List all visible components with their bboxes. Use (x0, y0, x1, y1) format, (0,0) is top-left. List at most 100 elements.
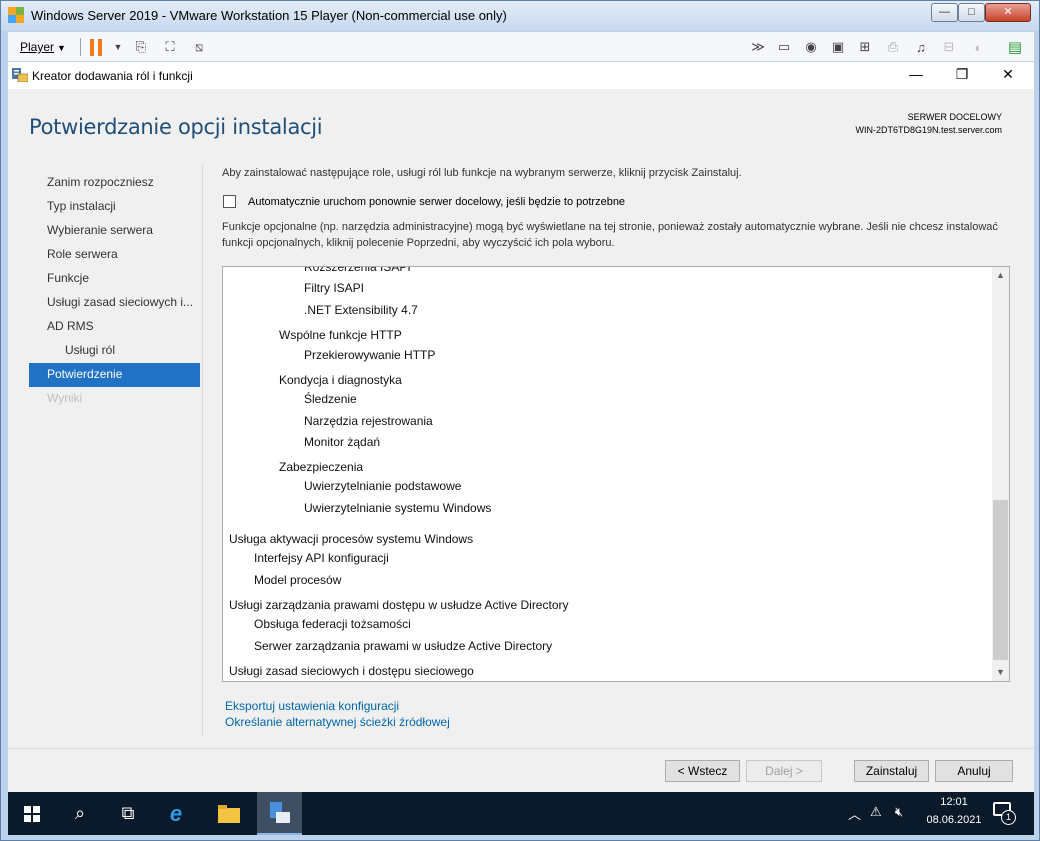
vmware-toolbar: Player ▼ ▼ ⎘ ⛶ ⧅ ≫ ▭ ◉ ▣ ⊞ ⎙ ♫ ⊟ ◖ ▤ (8, 32, 1034, 62)
printer-icon[interactable]: ⎙ (884, 38, 902, 56)
wizard-footer: < Wstecz Dalej > Zainstaluj Anuluj (8, 749, 1034, 792)
destination-server-label: SERWER DOCELOWY (907, 112, 1002, 122)
wizard-close-button[interactable]: ✕ (993, 66, 1023, 84)
fit-guest-icon[interactable]: ⛶ (161, 38, 179, 56)
list-scrollbar[interactable]: ▲ ▼ (992, 267, 1009, 681)
message-log-icon[interactable]: ▤ (1006, 38, 1024, 56)
network-icon[interactable]: ⊞ (856, 38, 874, 56)
toolbar-divider (80, 38, 81, 56)
vmware-title: Windows Server 2019 - VMware Workstation… (31, 8, 507, 23)
list-item: Kondycja i diagnostyka (279, 373, 402, 387)
list-item: .NET Extensibility 4.7 (304, 303, 418, 317)
sound-icon[interactable]: ♫ (912, 38, 930, 56)
vmware-logo-icon (8, 7, 24, 23)
nav-item[interactable]: Usługi zasad sieciowych i... (29, 291, 200, 315)
notification-badge: 1 (1001, 810, 1016, 825)
list-item: Usługi zarządzania prawami dostępu w usł… (229, 598, 569, 612)
list-item: Zabezpieczenia (279, 460, 364, 474)
nav-item[interactable]: Typ instalacji (29, 195, 200, 219)
pause-button[interactable] (88, 32, 108, 62)
wizard-body: Potwierdzanie opcji instalacji SERWER DO… (8, 89, 1034, 748)
nav-item[interactable]: Zanim rozpoczniesz (29, 171, 200, 195)
page-title: Potwierdzanie opcji instalacji (29, 115, 323, 139)
restart-checkbox-label: Automatycznie uruchom ponownie serwer do… (248, 195, 626, 208)
list-item: Przekierowywanie HTTP (304, 348, 436, 362)
nav-item[interactable]: Usługi ról (29, 339, 200, 363)
clock-date[interactable]: 08.06.2021 (918, 814, 990, 826)
list-item: Rozszerzenia ISAPI (304, 266, 411, 274)
restart-checkbox-row[interactable]: Automatycznie uruchom ponownie serwer do… (223, 195, 625, 208)
restart-checkbox[interactable] (223, 195, 236, 208)
install-button[interactable]: Zainstaluj (854, 760, 929, 782)
next-button[interactable]: Dalej > (746, 760, 822, 782)
list-item: Interfejsy API konfiguracji (254, 551, 389, 565)
vmware-close-button[interactable]: ✕ (985, 3, 1031, 22)
list-item: Narzędzia rejestrowania (304, 414, 433, 428)
destination-server-name: WIN-2DT6TD8G19N.test.server.com (855, 125, 1002, 135)
scroll-thumb[interactable] (993, 500, 1008, 660)
back-button[interactable]: < Wstecz (665, 760, 740, 782)
windows-logo-icon (24, 805, 40, 822)
vmware-minimize-button[interactable]: — (931, 3, 958, 22)
player-menu[interactable]: Player ▼ (20, 40, 66, 54)
send-ctrl-alt-del-icon[interactable]: ⎘ (132, 38, 150, 56)
cancel-button[interactable]: Anuluj (935, 760, 1013, 782)
nav-item[interactable]: Potwierdzenie (29, 363, 200, 387)
unity-icon[interactable]: ⧅ (190, 38, 208, 56)
vmware-maximize-button[interactable]: □ (958, 3, 985, 22)
wizard-restore-button[interactable]: ❐ (947, 66, 977, 84)
show-hidden-icons-icon[interactable]: ︿ (848, 804, 861, 823)
chevron-down-icon: ▼ (57, 43, 66, 53)
scroll-up-icon[interactable]: ▲ (992, 267, 1009, 284)
forward-icon[interactable]: ≫ (749, 38, 767, 56)
wizard-minimize-button[interactable]: — (901, 66, 931, 84)
task-view-icon[interactable]: ⧉ (104, 792, 152, 835)
internet-explorer-icon[interactable]: e (152, 792, 200, 835)
network-warning-icon[interactable]: ⚠ (870, 804, 882, 820)
pause-icon-right (98, 39, 102, 56)
start-button[interactable] (8, 792, 56, 835)
nav-item[interactable]: Role serwera (29, 243, 200, 267)
list-item: Filtry ISAPI (304, 281, 365, 295)
nav-item[interactable]: AD RMS (29, 315, 200, 339)
list-item: Uwierzytelnianie systemu Windows (304, 501, 492, 515)
mic-icon[interactable]: ◖ (968, 38, 986, 56)
usb-icon[interactable]: ⊟ (940, 38, 958, 56)
wizard-title: Kreator dodawania ról i funkcji (32, 69, 193, 83)
floppy-icon[interactable]: ▣ (829, 38, 847, 56)
nav-item[interactable]: Funkcje (29, 267, 200, 291)
wizard-titlebar[interactable]: Kreator dodawania ról i funkcji — ❐ ✕ (8, 62, 1034, 89)
list-item: Wspólne funkcje HTTP (279, 328, 402, 342)
optional-features-note: Funkcje opcjonalne (np. narzędzia admini… (222, 221, 998, 249)
server-manager-icon (269, 801, 290, 823)
search-icon[interactable]: ⌕ (56, 792, 104, 835)
list-item: Usługa aktywacji procesów systemu Window… (229, 532, 474, 546)
taskbar: ⌕ ⧉ e ︿ ⚠ 🔇︎ 12:01 08.06.2021 1 (8, 792, 1034, 835)
intro-text: Aby zainstalować następujące role, usług… (222, 167, 742, 179)
vmware-titlebar[interactable]: Windows Server 2019 - VMware Workstation… (1, 1, 1039, 31)
server-manager-taskbar-icon[interactable] (257, 792, 302, 835)
volume-muted-icon[interactable]: 🔇︎ (895, 804, 903, 820)
action-center-button[interactable]: 1 (993, 802, 1017, 826)
nav-item[interactable]: Wybieranie serwera (29, 219, 200, 243)
list-item: Serwer zarządzania prawami w usłudze Act… (254, 639, 553, 653)
list-item: Obsługa federacji tożsamości (254, 617, 411, 631)
nav-divider (202, 165, 203, 735)
clock-time[interactable]: 12:01 (930, 796, 978, 808)
hard-disk-icon[interactable]: ▭ (775, 38, 793, 56)
folder-icon (218, 804, 240, 823)
list-item: Uwierzytelnianie podstawowe (304, 479, 462, 493)
player-menu-label: Player (20, 40, 55, 54)
nav-item: Wyniki (47, 391, 83, 405)
list-item: Monitor żądań (304, 435, 381, 449)
list-item: Śledzenie (304, 392, 357, 406)
scroll-down-icon[interactable]: ▼ (992, 664, 1009, 681)
file-explorer-icon[interactable] (205, 792, 253, 835)
list-item: Usługi zasad sieciowych i dostępu siecio… (229, 664, 474, 678)
cd-dvd-icon[interactable]: ◉ (802, 38, 820, 56)
export-config-link[interactable]: Eksportuj ustawienia konfiguracji (225, 699, 399, 713)
pause-dropdown-icon[interactable]: ▼ (109, 38, 127, 56)
list-item: Model procesów (254, 573, 342, 587)
selection-list[interactable]: Usługi zasad sieciowych i dostępu siecio… (222, 266, 1010, 682)
alt-source-path-link[interactable]: Określanie alternatywnej ścieżki źródłow… (225, 715, 450, 729)
